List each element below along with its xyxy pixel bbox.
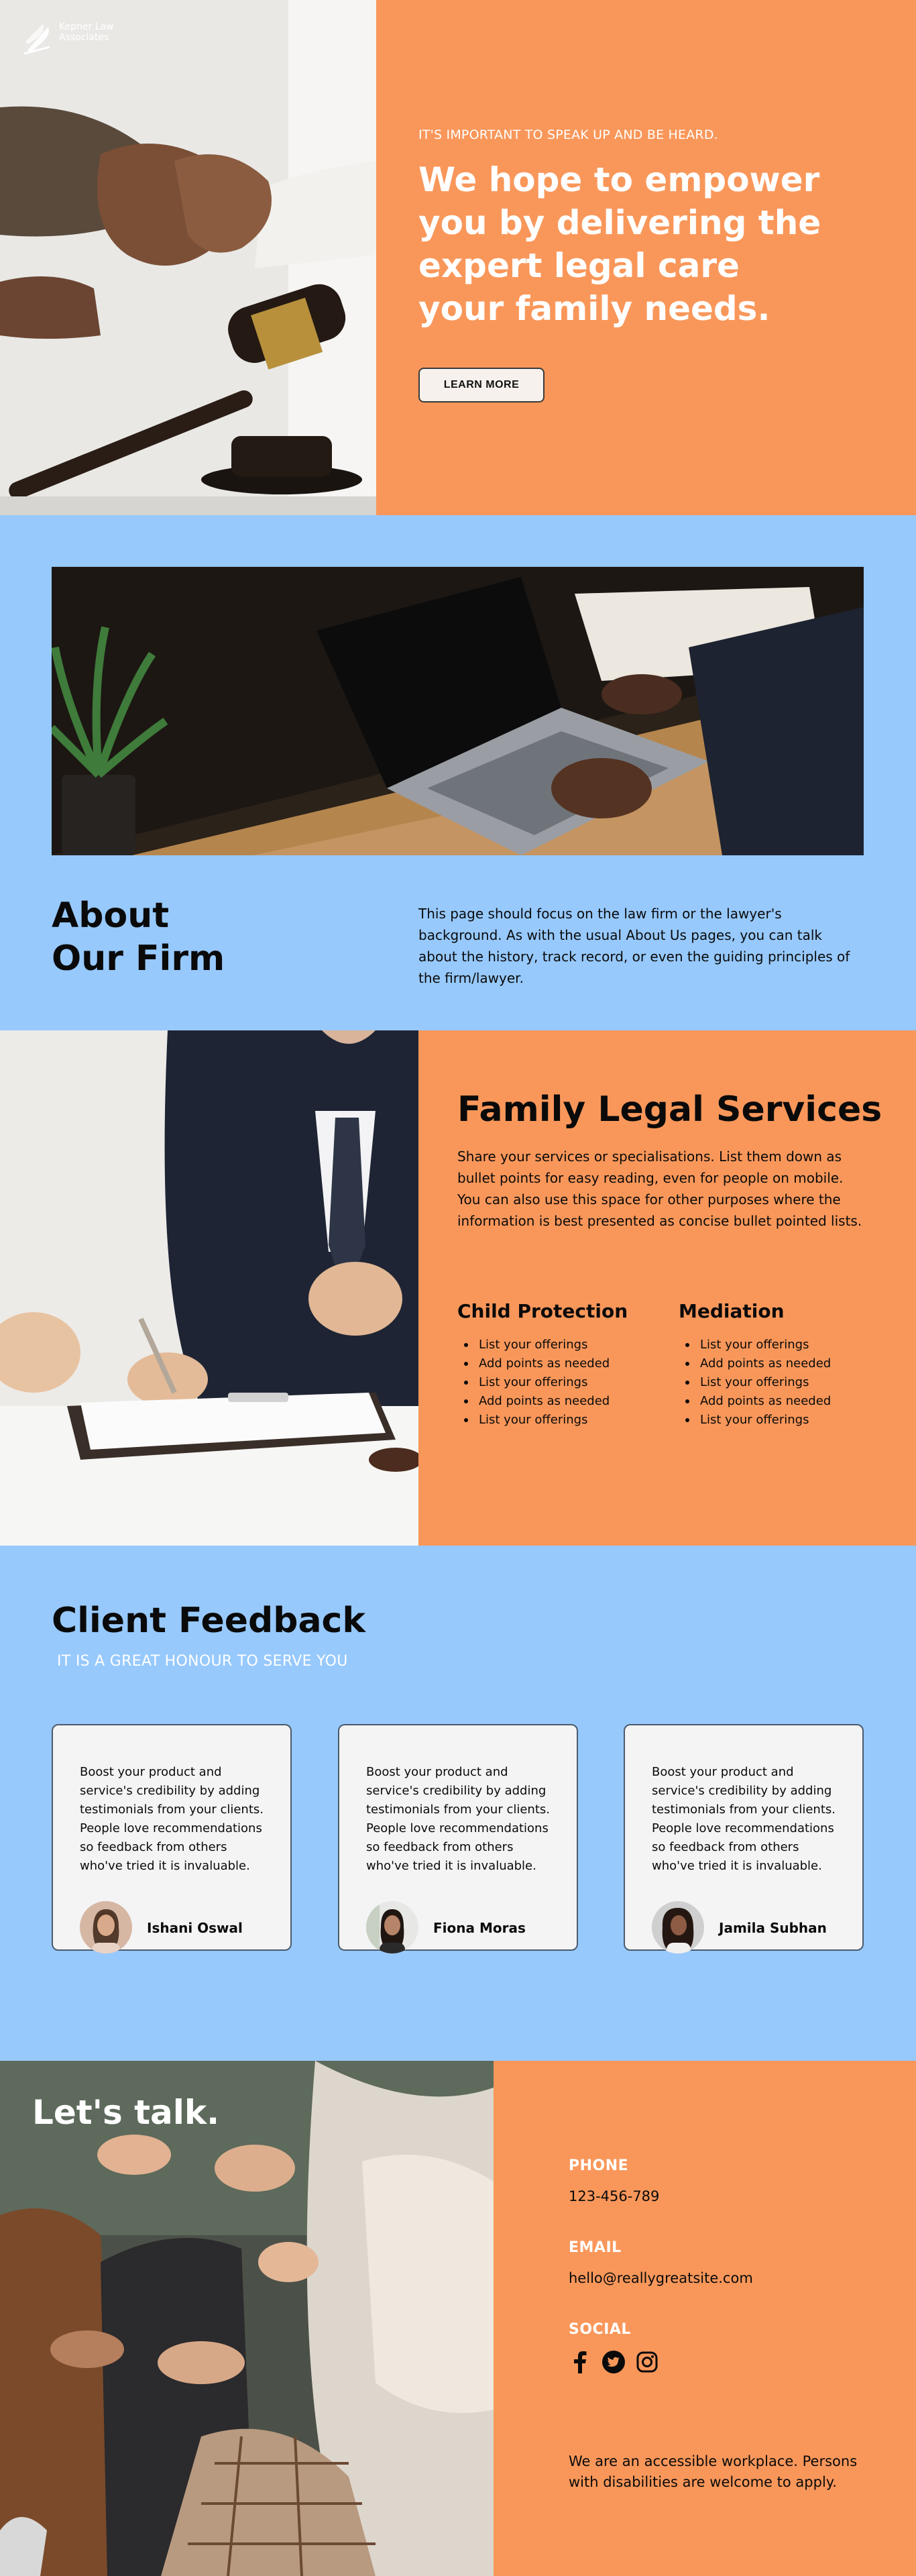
handshake-gavel-photo: [0, 0, 376, 515]
hero-kicker: IT'S IMPORTANT TO SPEAK UP AND BE HEARD.: [418, 127, 718, 142]
logo-text: Kepner Law Associates: [59, 21, 114, 43]
instagram-icon[interactable]: [636, 2351, 659, 2373]
feedback-section: Client Feedback IT IS A GREAT HONOUR TO …: [0, 1546, 916, 2061]
facebook-icon[interactable]: [569, 2351, 591, 2373]
hero-section: Kepner Law Associates IT'S IMPORTANT TO …: [0, 0, 916, 515]
list-item: List your offerings: [457, 1336, 659, 1354]
about-text: This page should focus on the law firm o…: [418, 906, 850, 986]
laptop-meeting-photo: [52, 567, 864, 855]
phone-value[interactable]: 123-456-789: [569, 2188, 659, 2204]
list-item: List your offerings: [679, 1411, 880, 1430]
email-label: EMAIL: [569, 2239, 622, 2256]
service-mediation: Mediation List your offerings Add points…: [679, 1300, 880, 1430]
email-value[interactable]: hello@reallygreatsite.com: [569, 2270, 753, 2286]
testimonial-card: Boost your product and service's credibi…: [338, 1724, 578, 1953]
list-item: List your offerings: [457, 1411, 659, 1430]
testimonial-quote: Boost your product and service's credibi…: [652, 1765, 836, 1873]
service-list: List your offerings Add points as needed…: [679, 1336, 880, 1430]
service-child-protection: Child Protection List your offerings Add…: [457, 1300, 659, 1430]
logo[interactable]: Kepner Law Associates: [23, 21, 133, 58]
learn-more-button[interactable]: LEARN MORE: [418, 368, 545, 402]
services-intro: Share your services or specialisations. …: [457, 1148, 862, 1229]
group-conversation-photo: [0, 2061, 494, 2576]
list-item: Add points as needed: [679, 1354, 880, 1373]
hero-headline: We hope to empower you by delivering the…: [418, 160, 821, 328]
testimonial-card: Boost your product and service's credibi…: [624, 1724, 864, 1953]
quill-logo-icon: [23, 21, 52, 58]
list-item: List your offerings: [679, 1336, 880, 1354]
services-title: Family Legal Services: [457, 1089, 882, 1130]
feedback-title: Client Feedback: [52, 1601, 365, 1641]
lawyer-signing-photo: [0, 1030, 418, 1546]
social-label: SOCIAL: [569, 2321, 631, 2338]
avatar: [80, 1901, 132, 1953]
phone-label: PHONE: [569, 2157, 629, 2174]
services-section: Family Legal Services Share your service…: [0, 1030, 916, 1546]
about-title-line-2: Our Firm: [52, 938, 225, 979]
about-title-line-1: About: [52, 896, 170, 936]
twitter-icon[interactable]: [602, 2351, 625, 2373]
testimonial-name: Fiona Moras: [433, 1920, 526, 1936]
list-item: Add points as needed: [679, 1392, 880, 1411]
testimonial-quote: Boost your product and service's credibi…: [366, 1765, 550, 1873]
testimonial-quote: Boost your product and service's credibi…: [80, 1765, 264, 1873]
avatar: [652, 1901, 704, 1953]
contact-section: Let's talk. PHONE 123-456-789 EMAIL hell…: [0, 2061, 916, 2576]
accessibility-note: We are an accessible workplace. Persons …: [569, 2453, 858, 2490]
testimonial-name: Ishani Oswal: [147, 1920, 243, 1936]
about-section: About Our Firm This page should focus on…: [0, 515, 916, 1030]
service-list: List your offerings Add points as needed…: [457, 1336, 659, 1430]
social-links: [569, 2351, 659, 2373]
about-title: About Our Firm: [52, 894, 320, 980]
service-heading: Mediation: [679, 1300, 785, 1322]
feedback-subtitle: IT IS A GREAT HONOUR TO SERVE YOU: [57, 1653, 348, 1670]
avatar: [366, 1901, 418, 1953]
testimonial-name: Jamila Subhan: [719, 1920, 827, 1936]
list-item: Add points as needed: [457, 1354, 659, 1373]
service-heading: Child Protection: [457, 1300, 628, 1322]
list-item: Add points as needed: [457, 1392, 659, 1411]
list-item: List your offerings: [457, 1373, 659, 1392]
contact-heading: Let's talk.: [32, 2093, 220, 2132]
testimonial-card: Boost your product and service's credibi…: [52, 1724, 292, 1953]
list-item: List your offerings: [679, 1373, 880, 1392]
